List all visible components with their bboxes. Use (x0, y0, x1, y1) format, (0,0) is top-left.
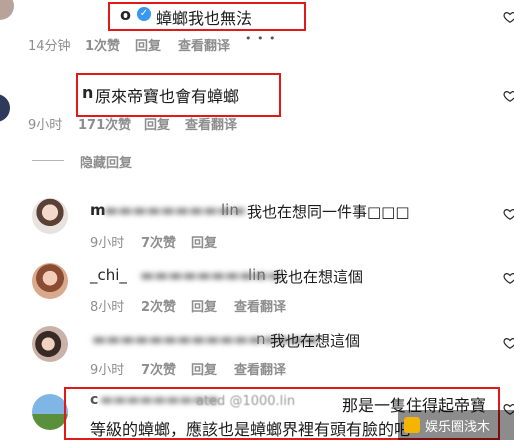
reply-mention[interactable]: lin (248, 266, 266, 284)
translate-button[interactable]: 查看翻译 (178, 35, 230, 54)
hide-replies-button[interactable]: 隐藏回复 (80, 152, 132, 171)
reply-mention[interactable]: ated @1000.lin (196, 394, 295, 409)
like-heart-icon[interactable] (503, 89, 514, 103)
reply-likes[interactable]: 2次赞 (141, 296, 176, 315)
like-heart-icon[interactable] (503, 336, 514, 350)
hide-replies-line (32, 160, 64, 161)
reply-button[interactable]: 回复 (191, 296, 217, 315)
comment-text: 原來帝寶也會有蟑螂 (95, 87, 240, 106)
like-heart-icon[interactable] (503, 271, 514, 285)
reply-text: 我也在想這個 (270, 332, 361, 350)
comment-username[interactable]: o (120, 5, 131, 24)
comment-text: 蟑螂我也無法 (156, 9, 253, 28)
translate-button[interactable]: 查看翻译 (234, 296, 286, 315)
reply-time: 9小时 (90, 363, 125, 378)
reply-button[interactable]: 回复 (135, 35, 161, 54)
reply-3: ▬▬▬▬▬▬▬▬▬▬▬▬▬▬▬▬ n 我也在想這個 9小时 7次赞 回复 查看翻… (0, 318, 514, 380)
like-heart-icon[interactable] (503, 207, 514, 221)
reply-time: 8小时 (90, 300, 125, 315)
watermark-text: 娱乐圈浅木 (425, 420, 491, 435)
avatar[interactable] (32, 394, 68, 430)
watermark: 娱乐圈浅木 (398, 410, 514, 440)
reply-time: 9小时 (90, 236, 125, 251)
comment-2: n 原來帝寶也會有蟑螂 9小时 171次赞 回复 查看翻译 (0, 56, 514, 136)
reply-username[interactable]: _chi_ (90, 266, 127, 284)
comment-time: 14分钟 (28, 39, 71, 54)
reply-likes[interactable]: 7次赞 (141, 232, 176, 251)
avatar[interactable] (32, 198, 68, 234)
watermark-logo-icon (404, 417, 420, 433)
comment-username[interactable]: n (82, 83, 93, 102)
like-heart-icon[interactable] (503, 10, 514, 24)
reply-text: 我也在想同一件事□□□ (247, 203, 410, 221)
comment-likes[interactable]: 1次赞 (85, 35, 120, 54)
avatar[interactable] (32, 263, 68, 299)
translate-button[interactable]: 查看翻译 (185, 114, 237, 133)
reply-2: _chi_ ▬▬▬▬▬▬▬▬▬▬ lin 我也在想這個 8小时 2次赞 回复 查… (0, 256, 514, 318)
reply-button[interactable]: 回复 (191, 359, 217, 378)
avatar[interactable] (0, 94, 10, 122)
verified-badge-icon: ✓ (137, 7, 151, 21)
reply-text: 我也在想這個 (273, 268, 364, 286)
reply-button[interactable]: 回复 (144, 114, 170, 133)
comment-time: 9小时 (28, 118, 63, 133)
reply-likes[interactable]: 7次赞 (141, 359, 176, 378)
translate-button[interactable]: 查看翻译 (234, 359, 286, 378)
reply-button[interactable]: 回复 (191, 232, 217, 251)
comment-1: o ✓ 蟑螂我也無法 14分钟 1次赞 回复 查看翻译 • • • (0, 0, 514, 56)
avatar[interactable] (0, 0, 14, 20)
reply-1: m ▬▬▬▬▬▬▬▬▬▬ lin 我也在想同一件事□□□ 9小时 7次赞 回复 (0, 185, 514, 255)
reply-username[interactable]: c (90, 392, 98, 408)
reply-mention[interactable]: lin (221, 201, 239, 219)
comment-likes[interactable]: 171次赞 (78, 114, 131, 133)
reply-mention[interactable]: n (256, 330, 266, 348)
more-options-icon[interactable]: • • • (245, 32, 276, 45)
avatar[interactable] (32, 326, 68, 362)
reply-text-line-2: 等級的蟑螂，應該也是蟑螂界裡有頭有臉的吧 (90, 420, 411, 439)
